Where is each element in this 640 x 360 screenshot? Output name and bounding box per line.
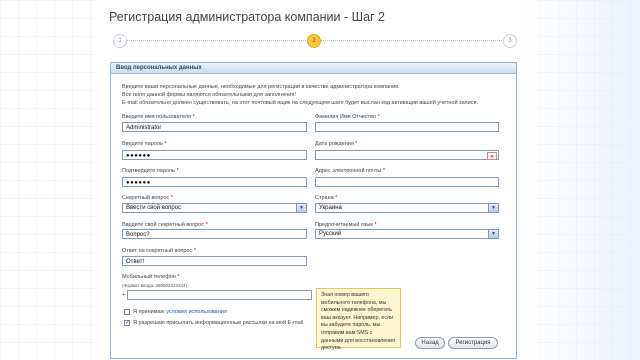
newsletter-checkbox[interactable]: ✓ [124,320,130,326]
phone-label: Мобильный телефон * [122,274,180,280]
password-confirm-label: Подтвердите пароль * [122,168,179,174]
personal-data-panel: Ввод персональных данных Введите ваши пе… [110,62,517,359]
terms-label: Я принимаю условия использования [133,309,227,315]
checkmark-icon: ✓ [125,320,131,326]
phone-tooltip: Зная номер вашего мобильного телефона, м… [316,288,401,351]
secret-question-select[interactable]: Ввести свой вопрос ▼ [122,203,307,213]
birthdate-input[interactable]: ▦ [315,150,499,160]
page-title: Регистрация администратора компании - Ша… [109,10,386,24]
calendar-icon[interactable]: ▦ [487,152,497,160]
fullname-input[interactable] [315,122,499,132]
answer-label: Ответ на секретный вопрос * [122,248,196,254]
email-label: Адрес электронной почты * [315,168,385,174]
fullname-label: Фамилия Имя Отчество * [315,114,380,120]
newsletter-label: Я разрешаю присылать информационные расс… [133,320,304,326]
terms-checkbox[interactable] [124,309,130,315]
username-label: Введите имя пользователя * [122,114,195,120]
chevron-down-icon[interactable]: ▼ [488,204,498,212]
step-progress: 1 2 3 [113,33,517,49]
chevron-down-icon[interactable]: ▼ [488,230,498,238]
secret-question-label: Секретный вопрос * [122,195,173,201]
language-select[interactable]: Русский ▼ [315,229,499,239]
email-input[interactable] [315,177,499,187]
intro-line-1: Введите ваши персональные данные, необхо… [122,84,400,90]
own-question-label: Введите свой секретный вопрос * [122,222,208,228]
step-2-current: 2 [307,34,321,48]
terms-link[interactable]: условия использования [166,309,227,315]
background-fade [520,0,640,360]
intro-text: Введите ваши персональные данные, необхо… [122,83,478,107]
panel-header: Ввод персональных данных [111,63,516,74]
password-confirm-input[interactable]: ●●●●●● [122,177,307,187]
username-input[interactable]: Administrator [122,122,307,132]
phone-prefix: + [122,292,126,298]
password-label: Введите пароль * [122,141,167,147]
step-1: 1 [113,34,127,48]
password-input[interactable]: ●●●●●● [122,150,307,160]
intro-line-2: Все поля данной формы являются обязатель… [122,92,296,98]
step-3: 3 [503,34,517,48]
country-select[interactable]: Украина ▼ [315,203,499,213]
phone-format-hint: (Формат ввода: 380502223344) [122,283,188,288]
answer-input[interactable]: Ответ! [122,256,307,266]
back-button[interactable]: Назад [415,337,445,349]
language-label: Предпочитаемый язык * [315,222,377,228]
country-label: Страна * [315,195,338,201]
chevron-down-icon[interactable]: ▼ [296,204,306,212]
birthdate-label: Дата рождения * [315,141,358,147]
phone-input[interactable] [127,290,312,300]
intro-line-3: E-mail обязательно должен существовать, … [122,100,479,106]
own-question-input[interactable]: Вопрос? [122,229,307,239]
register-button[interactable]: Регистрация [448,337,498,349]
